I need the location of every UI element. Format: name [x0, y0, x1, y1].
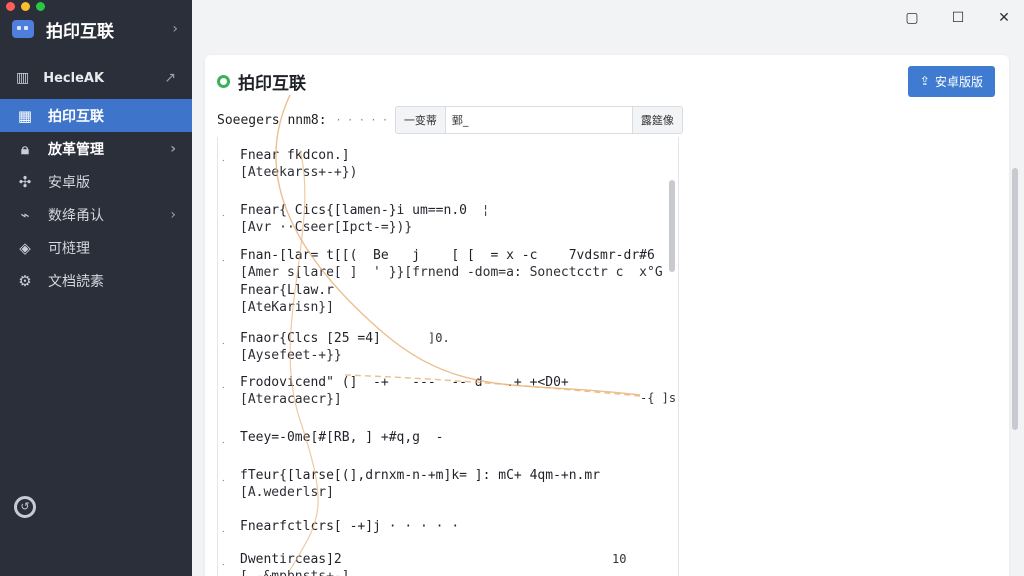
- status-icon: [217, 74, 230, 88]
- bullet-icon: ⸱: [222, 256, 225, 267]
- list-item[interactable]: ⸱ Fnaor{Clcs [25 =4] [Aysefeet-+}} ]0.: [218, 330, 678, 364]
- entry-line-1: Fnear{ Cics{[lamen-}i um==n.0: [240, 203, 467, 218]
- brand-header[interactable]: 拍印互联 ›: [12, 14, 178, 44]
- close-icon[interactable]: ✕: [996, 10, 1012, 26]
- sidebar: 拍印互联 › ▥ HecleAK ↗ ▦ 拍印互联 🔒︎ 放革管理 › ✣ 安卓…: [0, 0, 192, 576]
- entry-line-2: [Amer s[lare[ ] ' }}[frnend -dom=a: Sone…: [240, 265, 663, 280]
- list-item[interactable]: ⸱ Dwentirceas]2 [ -&mpbnsts+-] 10: [218, 551, 678, 576]
- minimize-dot[interactable]: [21, 2, 30, 11]
- entry-line-1: Frodovicend" (] -+ --- -- d .+ +<D0+: [240, 375, 569, 390]
- entry-line-1: Fnearfctlcrs[ -+]j · · · · ·: [240, 519, 460, 534]
- entry-line-1: Dwentirceas]2: [240, 552, 342, 567]
- entry-line-1: Fnan-[lar= t[[( Be j [ [ = x -c 7vdsmr-d…: [240, 248, 655, 263]
- bullet-icon: ⸱: [222, 476, 225, 487]
- traffic-lights: [6, 2, 45, 11]
- minimize-icon[interactable]: ▢: [904, 10, 920, 26]
- card-header: 拍印互联 ⇪ 安卓版版: [217, 65, 995, 97]
- chevron-right-icon: ›: [170, 140, 176, 157]
- entry-line-1: Fnear fkdcon.]: [240, 148, 350, 163]
- chevron-right-icon[interactable]: ›: [172, 21, 178, 37]
- page-title: 拍印互联: [238, 73, 306, 94]
- entry-line-2: [AteKarisn}]: [240, 300, 334, 315]
- sidebar-item-label: 放革管理: [48, 141, 104, 158]
- list-item[interactable]: ⸱ Teey=-0me[#[RB, ] +#q,g -: [218, 429, 678, 449]
- sidebar-item-print-connect[interactable]: ▦ 拍印互联: [0, 99, 192, 132]
- chevron-diag-icon[interactable]: ↗: [164, 70, 176, 86]
- list-item[interactable]: ⸱ Fnear{ Cics{[lamen-}i um==n.0 [Avr ··C…: [218, 202, 678, 236]
- signal-icon: ⌁: [20, 205, 30, 224]
- android-version-button[interactable]: ⇪ 安卓版版: [907, 65, 995, 97]
- bullet-icon: ⸱: [222, 211, 225, 222]
- shield-icon: ◈: [19, 238, 31, 257]
- search-label: Soeegers nnm8:: [217, 112, 327, 128]
- bullet-icon: ⸱: [222, 527, 225, 538]
- search-mode-button[interactable]: 一变蒂: [396, 107, 445, 133]
- robot-icon: ✣: [18, 172, 32, 191]
- search-segment: 一变蒂 鄄_ 露筵像: [394, 106, 683, 134]
- close-dot[interactable]: [6, 2, 15, 11]
- entry-line-1: Teey=-0me[#[RB, ] +#q,g -: [240, 430, 444, 445]
- brand-title: 拍印互联: [46, 21, 114, 42]
- entry-line-2: [Ateekarss+-+}): [240, 165, 358, 180]
- lock-icon: 🔒︎: [21, 139, 29, 158]
- chevron-right-icon: ›: [170, 206, 176, 223]
- list-item[interactable]: ⸱ Fnan-[lar= t[[( Be j [ [ = x -c 7vdsmr…: [218, 247, 678, 281]
- entry-line-2: [A.wederlsr]: [240, 485, 334, 500]
- bullet-icon: ⸱: [222, 156, 225, 167]
- sidebar-item-management[interactable]: 🔒︎ 放革管理 ›: [0, 132, 192, 165]
- list-item[interactable]: ⸱ Fnear fkdcon.] [Ateekarss+-+}): [218, 147, 678, 181]
- entry-line-2: [Aysefeet-+}}: [240, 348, 342, 363]
- upload-icon: ⇪: [919, 74, 930, 88]
- button-label: 安卓版版: [934, 74, 983, 89]
- sidebar-nav: ▦ 拍印互联 🔒︎ 放革管理 › ✣ 安卓版 ⌁ 数绛甬认 › ◈ 可梿理 ⚙ …: [0, 99, 192, 297]
- bullet-icon: ⸱: [222, 560, 225, 571]
- bullet-icon: ⸱: [222, 339, 225, 350]
- entry-line-2: [Avr ··Cseer[Ipct-=})}: [240, 220, 413, 235]
- sidebar-item-label: 文档読素: [48, 273, 104, 290]
- bullet-icon: ⸱: [222, 383, 225, 394]
- sidebar-item-label: 可梿理: [48, 240, 90, 257]
- calendar-icon: ▦: [17, 106, 33, 125]
- list-item[interactable]: ⸱ Fnearfctlcrs[ -+]j · · · · ·: [218, 518, 678, 538]
- sidebar-item-data[interactable]: ⌁ 数绛甬认 ›: [0, 198, 192, 231]
- list-item[interactable]: Fnear{Llaw.r [AteKarisn}]: [218, 282, 678, 316]
- search-dots: · · · · ·: [336, 113, 389, 127]
- sidebar-item-label: 安卓版: [48, 174, 90, 191]
- inner-scrollbar[interactable]: [669, 180, 675, 272]
- sidebar-item-docs[interactable]: ⚙ 文档読素: [0, 264, 192, 297]
- entry-extra: ¦: [482, 203, 490, 217]
- code-list[interactable]: ⸱ Fnear fkdcon.] [Ateekarss+-+}) ⸱ Fnear…: [217, 137, 679, 576]
- search-input[interactable]: 鄄_: [444, 107, 633, 133]
- list-item[interactable]: ⸱ fTeur{[larse[(],drnxm-n-+m]k= ]: mC+ 4…: [218, 467, 678, 501]
- sidebar-top-label: HecleAK: [43, 70, 105, 86]
- search-bar: Soeegers nnm8: · · · · · 一变蒂 鄄_ 露筵像: [217, 106, 683, 134]
- entry-extra: -{ ]s: [640, 391, 677, 405]
- app-logo-icon: [12, 20, 34, 38]
- sidebar-item-android[interactable]: ✣ 安卓版: [0, 165, 192, 198]
- entry-line-1: Fnear{Llaw.r: [240, 283, 334, 298]
- list-item[interactable]: ⸱ Frodovicend" (] -+ --- -- d .+ +<D0+ […: [218, 374, 678, 408]
- sidebar-item-label: 数绛甬认: [48, 207, 104, 224]
- entry-line-2: [ -&mpbnsts+-]: [218, 568, 678, 576]
- window-controls: ▢ ☐ ✕: [904, 10, 1012, 26]
- zoom-dot[interactable]: [36, 2, 45, 11]
- entry-extra: ]0.: [428, 331, 450, 345]
- grid-icon: ▥: [16, 70, 30, 86]
- main-card: 拍印互联 ⇪ 安卓版版 Soeegers nnm8: · · · · · 一变蒂…: [205, 55, 1009, 576]
- entry-line-2: [Ateracaecr}]: [240, 392, 342, 407]
- bullet-icon: ⸱: [222, 438, 225, 449]
- sidebar-top-section[interactable]: ▥ HecleAK ↗: [0, 62, 192, 94]
- entry-extra: 10: [612, 552, 627, 566]
- sidebar-item-manage[interactable]: ◈ 可梿理: [0, 231, 192, 264]
- search-action-button[interactable]: 露筵像: [633, 107, 682, 133]
- gear-icon: ⚙: [18, 271, 32, 290]
- help-icon[interactable]: ↺: [14, 496, 36, 518]
- outer-scrollbar[interactable]: [1012, 168, 1018, 430]
- maximize-icon[interactable]: ☐: [950, 10, 966, 26]
- entry-line-1: fTeur{[larse[(],drnxm-n-+m]k= ]: mC+ 4qm…: [240, 468, 601, 483]
- sidebar-item-label: 拍印互联: [48, 108, 104, 125]
